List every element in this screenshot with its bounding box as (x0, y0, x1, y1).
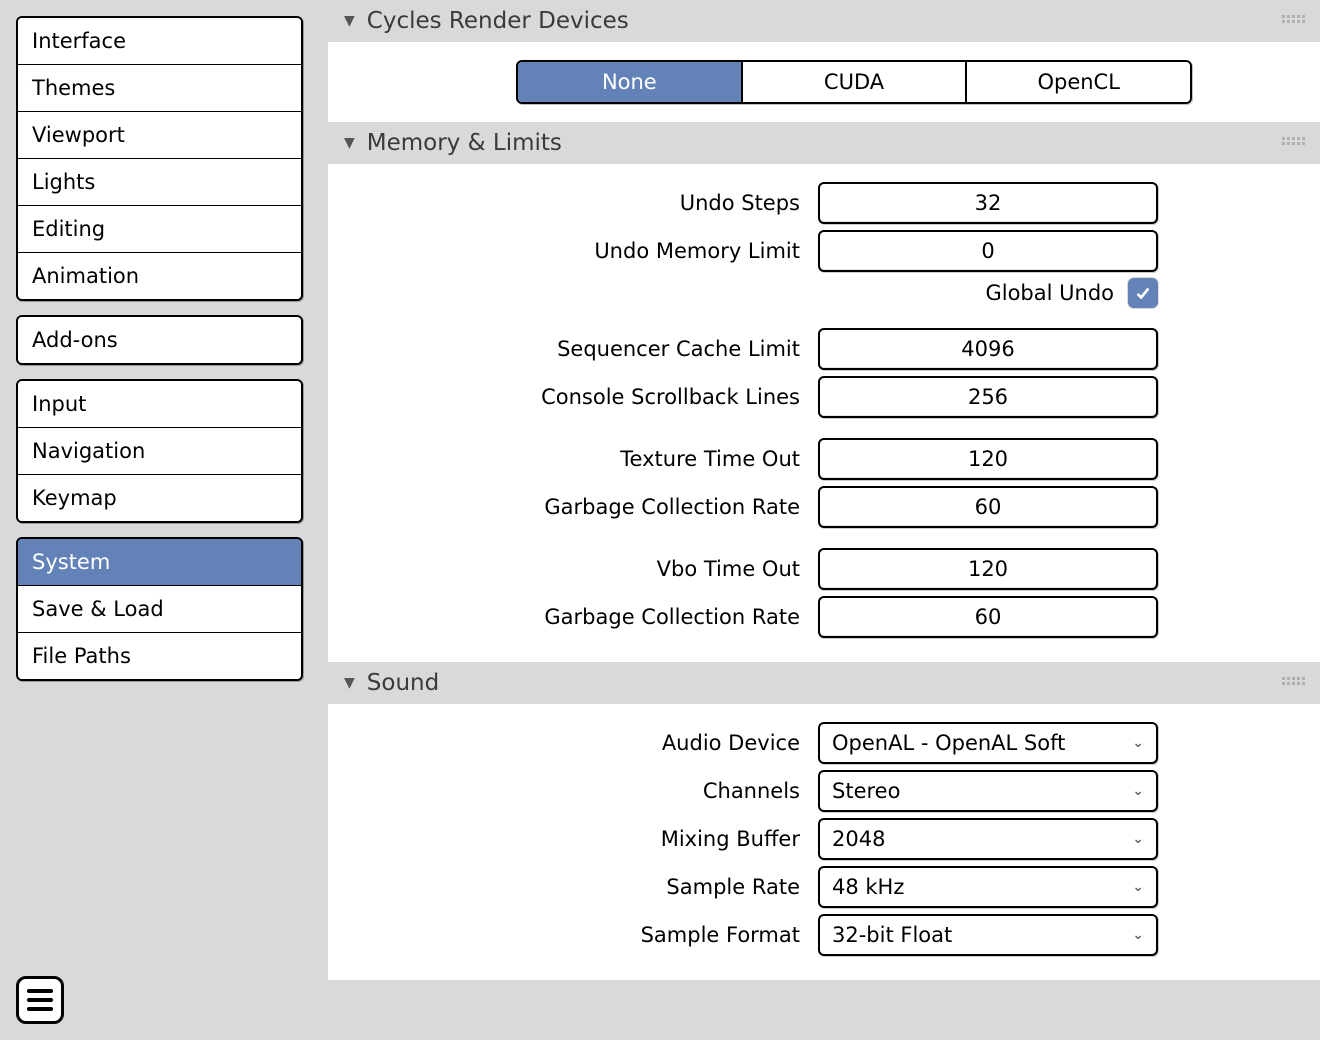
audio-device-label: Audio Device (328, 731, 818, 755)
drag-grip-icon[interactable] (1282, 137, 1304, 149)
vbo-timeout-field[interactable]: 120 (818, 548, 1158, 590)
undo-steps-label: Undo Steps (328, 191, 818, 215)
sample-rate-select[interactable]: 48 kHz ⌄ (818, 866, 1158, 908)
sample-format-select[interactable]: 32-bit Float ⌄ (818, 914, 1158, 956)
sidebar-item-keymap[interactable]: Keymap (18, 475, 301, 521)
global-undo-label: Global Undo (985, 281, 1114, 305)
sidebar-item-viewport[interactable]: Viewport (18, 112, 301, 159)
section-body-sound: Audio Device OpenAL - OpenAL Soft ⌄ Chan… (328, 704, 1320, 980)
disclosure-triangle-icon: ▼ (344, 675, 355, 691)
nav-group-4: System Save & Load File Paths (16, 537, 303, 681)
render-device-cuda[interactable]: CUDA (743, 62, 968, 102)
console-scrollback-label: Console Scrollback Lines (328, 385, 818, 409)
vbo-gc-rate-label: Garbage Collection Rate (328, 605, 818, 629)
texture-gc-rate-label: Garbage Collection Rate (328, 495, 818, 519)
render-device-opencl[interactable]: OpenCL (967, 62, 1190, 102)
sample-rate-value: 48 kHz (832, 875, 904, 899)
disclosure-triangle-icon: ▼ (344, 13, 355, 29)
nav-group-3: Input Navigation Keymap (16, 379, 303, 523)
sidebar-item-lights[interactable]: Lights (18, 159, 301, 206)
sidebar-item-interface[interactable]: Interface (18, 18, 301, 65)
sidebar-item-input[interactable]: Input (18, 381, 301, 428)
sidebar-item-editing[interactable]: Editing (18, 206, 301, 253)
sample-rate-label: Sample Rate (328, 875, 818, 899)
preferences-sidebar: Interface Themes Viewport Lights Editing… (16, 16, 303, 695)
audio-device-value: OpenAL - OpenAL Soft (832, 731, 1065, 755)
sequencer-cache-field[interactable]: 4096 (818, 328, 1158, 370)
preferences-content: ▼ Cycles Render Devices None CUDA OpenCL… (328, 0, 1320, 1040)
menu-button[interactable] (16, 976, 64, 1024)
mixing-buffer-value: 2048 (832, 827, 885, 851)
section-body-memory: Undo Steps 32 Undo Memory Limit 0 Global… (328, 164, 1320, 662)
nav-group-1: Interface Themes Viewport Lights Editing… (16, 16, 303, 301)
render-device-none[interactable]: None (518, 62, 743, 102)
section-header-sound[interactable]: ▼ Sound (328, 662, 1320, 704)
texture-timeout-label: Texture Time Out (328, 447, 818, 471)
chevron-down-icon: ⌄ (1132, 783, 1144, 799)
section-header-memory[interactable]: ▼ Memory & Limits (328, 122, 1320, 164)
check-icon (1134, 284, 1152, 302)
mixing-buffer-select[interactable]: 2048 ⌄ (818, 818, 1158, 860)
vbo-gc-rate-field[interactable]: 60 (818, 596, 1158, 638)
chevron-down-icon: ⌄ (1132, 831, 1144, 847)
audio-device-select[interactable]: OpenAL - OpenAL Soft ⌄ (818, 722, 1158, 764)
sidebar-item-animation[interactable]: Animation (18, 253, 301, 299)
section-header-cycles[interactable]: ▼ Cycles Render Devices (328, 0, 1320, 42)
chevron-down-icon: ⌄ (1132, 879, 1144, 895)
sidebar-item-addons[interactable]: Add-ons (18, 317, 301, 363)
sidebar-item-navigation[interactable]: Navigation (18, 428, 301, 475)
undo-memory-limit-label: Undo Memory Limit (328, 239, 818, 263)
disclosure-triangle-icon: ▼ (344, 135, 355, 151)
drag-grip-icon[interactable] (1282, 15, 1304, 27)
chevron-down-icon: ⌄ (1132, 927, 1144, 943)
channels-value: Stereo (832, 779, 900, 803)
section-title: Sound (367, 670, 439, 696)
vbo-timeout-label: Vbo Time Out (328, 557, 818, 581)
texture-timeout-field[interactable]: 120 (818, 438, 1158, 480)
channels-label: Channels (328, 779, 818, 803)
chevron-down-icon: ⌄ (1132, 735, 1144, 751)
sidebar-item-save-load[interactable]: Save & Load (18, 586, 301, 633)
sidebar-item-system[interactable]: System (18, 539, 301, 586)
global-undo-checkbox[interactable] (1128, 278, 1158, 308)
texture-gc-rate-field[interactable]: 60 (818, 486, 1158, 528)
section-body-cycles: None CUDA OpenCL (328, 42, 1320, 122)
mixing-buffer-label: Mixing Buffer (328, 827, 818, 851)
sidebar-item-themes[interactable]: Themes (18, 65, 301, 112)
drag-grip-icon[interactable] (1282, 677, 1304, 689)
sequencer-cache-label: Sequencer Cache Limit (328, 337, 818, 361)
section-title: Cycles Render Devices (367, 8, 629, 34)
channels-select[interactable]: Stereo ⌄ (818, 770, 1158, 812)
sample-format-label: Sample Format (328, 923, 818, 947)
section-title: Memory & Limits (367, 130, 562, 156)
undo-memory-limit-field[interactable]: 0 (818, 230, 1158, 272)
console-scrollback-field[interactable]: 256 (818, 376, 1158, 418)
undo-steps-field[interactable]: 32 (818, 182, 1158, 224)
nav-group-2: Add-ons (16, 315, 303, 365)
sample-format-value: 32-bit Float (832, 923, 952, 947)
sidebar-item-file-paths[interactable]: File Paths (18, 633, 301, 679)
render-device-segmented: None CUDA OpenCL (516, 60, 1192, 104)
